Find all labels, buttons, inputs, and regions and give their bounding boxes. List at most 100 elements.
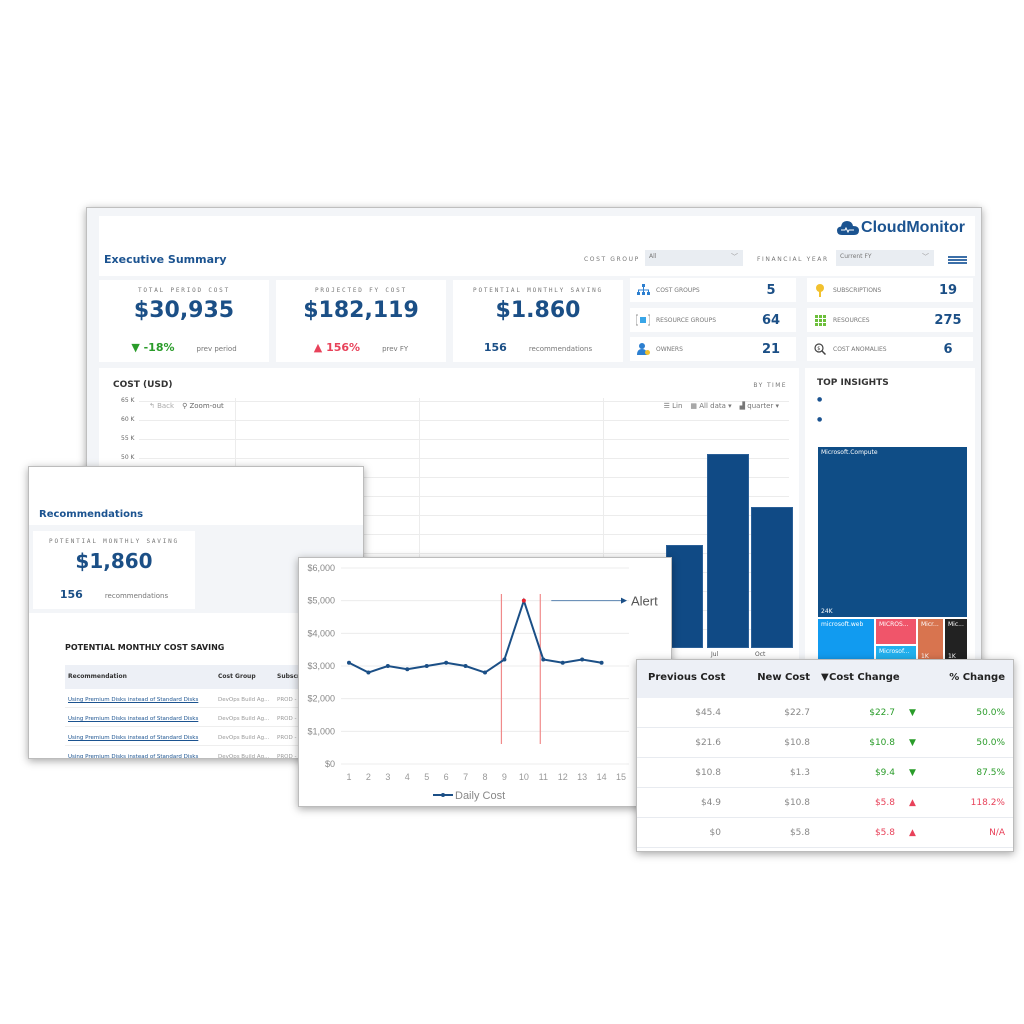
data-point (347, 660, 351, 665)
insights-title: TOP INSIGHTS (817, 378, 889, 388)
column-header[interactable]: Recommendation (68, 673, 127, 680)
back-button[interactable]: ↰ Back (149, 402, 174, 410)
stat-cost-groups[interactable]: COST GROUPS 5 (630, 278, 796, 302)
data-point (385, 664, 390, 668)
column-header-percent-change[interactable]: % Change (949, 672, 1005, 683)
bar-chart-icon: ▟ (739, 402, 746, 410)
x-tick: 3 (385, 772, 390, 782)
y-tick: $6,000 (307, 563, 335, 573)
y-tick: $1,000 (307, 726, 335, 736)
cost-bar[interactable] (751, 507, 793, 648)
data-point (483, 670, 487, 675)
data-point (463, 664, 468, 668)
sort-desc-icon[interactable]: ▼ (821, 672, 829, 683)
zoom-out-button[interactable]: ⚲ Zoom-out (182, 402, 224, 410)
data-point (560, 660, 565, 665)
x-tick: Jul (711, 651, 719, 658)
y-tick: $0 (325, 759, 335, 769)
y-tick: 50 K (121, 454, 135, 461)
stat-value: 64 (761, 312, 781, 328)
cost-change: $5.8 (874, 828, 895, 838)
kpi-count: 156 (59, 588, 83, 601)
recommendation-link[interactable]: Using Premium Disks instead of Standard … (68, 697, 198, 703)
stat-resources[interactable]: RESOURCES 275 (807, 308, 973, 332)
stat-value: 6 (943, 341, 953, 357)
new-cost: $10.8 (784, 798, 810, 808)
x-tick: 10 (519, 772, 529, 782)
cost-change: $22.7 (869, 708, 895, 718)
column-header[interactable]: Cost Group (218, 673, 256, 680)
previous-cost: $0 (709, 828, 721, 838)
cost-group-select[interactable]: All ﹀ (645, 250, 743, 266)
x-tick: 13 (577, 772, 587, 782)
percent-change: N/A (989, 828, 1005, 838)
treemap-cell[interactable]: Mic... 1K (944, 618, 968, 663)
magnifier-dollar-icon: $ (813, 342, 827, 356)
gridline (139, 439, 789, 440)
user-icon (636, 342, 650, 356)
treemap-cell[interactable]: MICROS... (875, 618, 917, 645)
period-dropdown[interactable]: ▟ quarter ▾ (740, 402, 779, 410)
financial-year-value: Current FY (840, 253, 872, 260)
stat-subscriptions[interactable]: SUBSCRIPTIONS 19 (807, 278, 973, 302)
previous-cost: $4.9 (700, 798, 721, 808)
table-title: POTENTIAL MONTHLY COST SAVING (65, 643, 225, 652)
x-tick: 2 (366, 772, 371, 782)
cost-change: $10.8 (869, 738, 895, 748)
cost-change-table: Previous Cost New Cost ▼ Cost Change % C… (636, 659, 1014, 852)
zoom-out-icon: ⚲ (182, 402, 188, 410)
column-header-new-cost[interactable]: New Cost (757, 672, 810, 683)
cost-bar[interactable] (707, 454, 749, 648)
stat-label: RESOURCE GROUPS (656, 316, 716, 324)
data-point (599, 660, 604, 665)
data-point (580, 657, 585, 662)
x-tick: 12 (558, 772, 568, 782)
financial-year-select[interactable]: Current FY ﹀ (836, 250, 934, 266)
brand-name: CloudMonitor (861, 219, 965, 236)
chart-options-toolbar: ☰ Lin ▦ All data ▾ ▟ quarter ▾ (664, 402, 779, 410)
table-row: $45.4 $22.7 $22.7 ▼ 50.0% (637, 698, 1013, 728)
stat-resource-groups[interactable]: RESOURCE GROUPS 64 (630, 308, 796, 332)
column-header-previous-cost[interactable]: Previous Cost (648, 672, 725, 683)
x-tick: Oct (755, 651, 766, 658)
kpi-delta: ▲ 156% (313, 341, 361, 354)
chevron-down-icon: ﹀ (922, 253, 929, 261)
y-tick: $5,000 (307, 596, 335, 606)
stat-value: 21 (761, 341, 781, 357)
new-cost: $1.3 (789, 768, 810, 778)
kpi-potential-monthly-saving: POTENTIAL MONTHLY SAVING $1.860 156 reco… (453, 280, 623, 362)
previous-cost: $21.6 (695, 738, 721, 748)
column-header-cost-change[interactable]: Cost Change (829, 672, 900, 683)
page-title: Executive Summary (104, 253, 227, 266)
percent-change: 87.5% (976, 768, 1005, 778)
new-cost: $22.7 (784, 708, 810, 718)
kpi-sub: prev FY (382, 345, 409, 353)
menu-icon[interactable] (948, 256, 967, 264)
cost-change: $5.8 (874, 798, 895, 808)
recommendation-link[interactable]: Using Premium Disks instead of Standard … (68, 754, 198, 758)
recommendation-link[interactable]: Using Premium Disks instead of Standard … (68, 735, 198, 741)
stat-owners[interactable]: OWNERS 21 (630, 337, 796, 361)
x-tick: 6 (444, 772, 449, 782)
kpi-delta: ▼ -18% (131, 341, 175, 354)
cost-chart-mode[interactable]: BY TIME (753, 382, 787, 389)
recommendation-link[interactable]: Using Premium Disks instead of Standard … (68, 716, 198, 722)
stat-value: 19 (938, 282, 958, 298)
scale-button[interactable]: ☰ Lin (664, 402, 683, 410)
stat-label: COST ANOMALIES (833, 345, 887, 353)
range-dropdown[interactable]: ▦ All data ▾ (690, 402, 731, 410)
stat-label: COST GROUPS (656, 286, 700, 294)
stat-cost-anomalies[interactable]: $ COST ANOMALIES 6 (807, 337, 973, 361)
treemap-cell[interactable]: microsoft.web (817, 618, 875, 663)
gridline (139, 458, 789, 459)
treemap-cell[interactable]: Microsoft.Compute 24K (817, 446, 968, 618)
chart-nav-toolbar: ↰ Back ⚲ Zoom-out (149, 402, 224, 410)
y-tick: $3,000 (307, 661, 335, 671)
arrow-right-icon (621, 597, 627, 604)
svg-text:$: $ (817, 346, 820, 352)
treemap-cell[interactable]: Micr... 1K (917, 618, 944, 663)
alert-point (521, 598, 526, 603)
y-tick: $2,000 (307, 694, 335, 704)
table-row: $4.9 $10.8 $5.8 ▲ 118.2% (637, 788, 1013, 818)
x-tick: 14 (597, 772, 607, 782)
